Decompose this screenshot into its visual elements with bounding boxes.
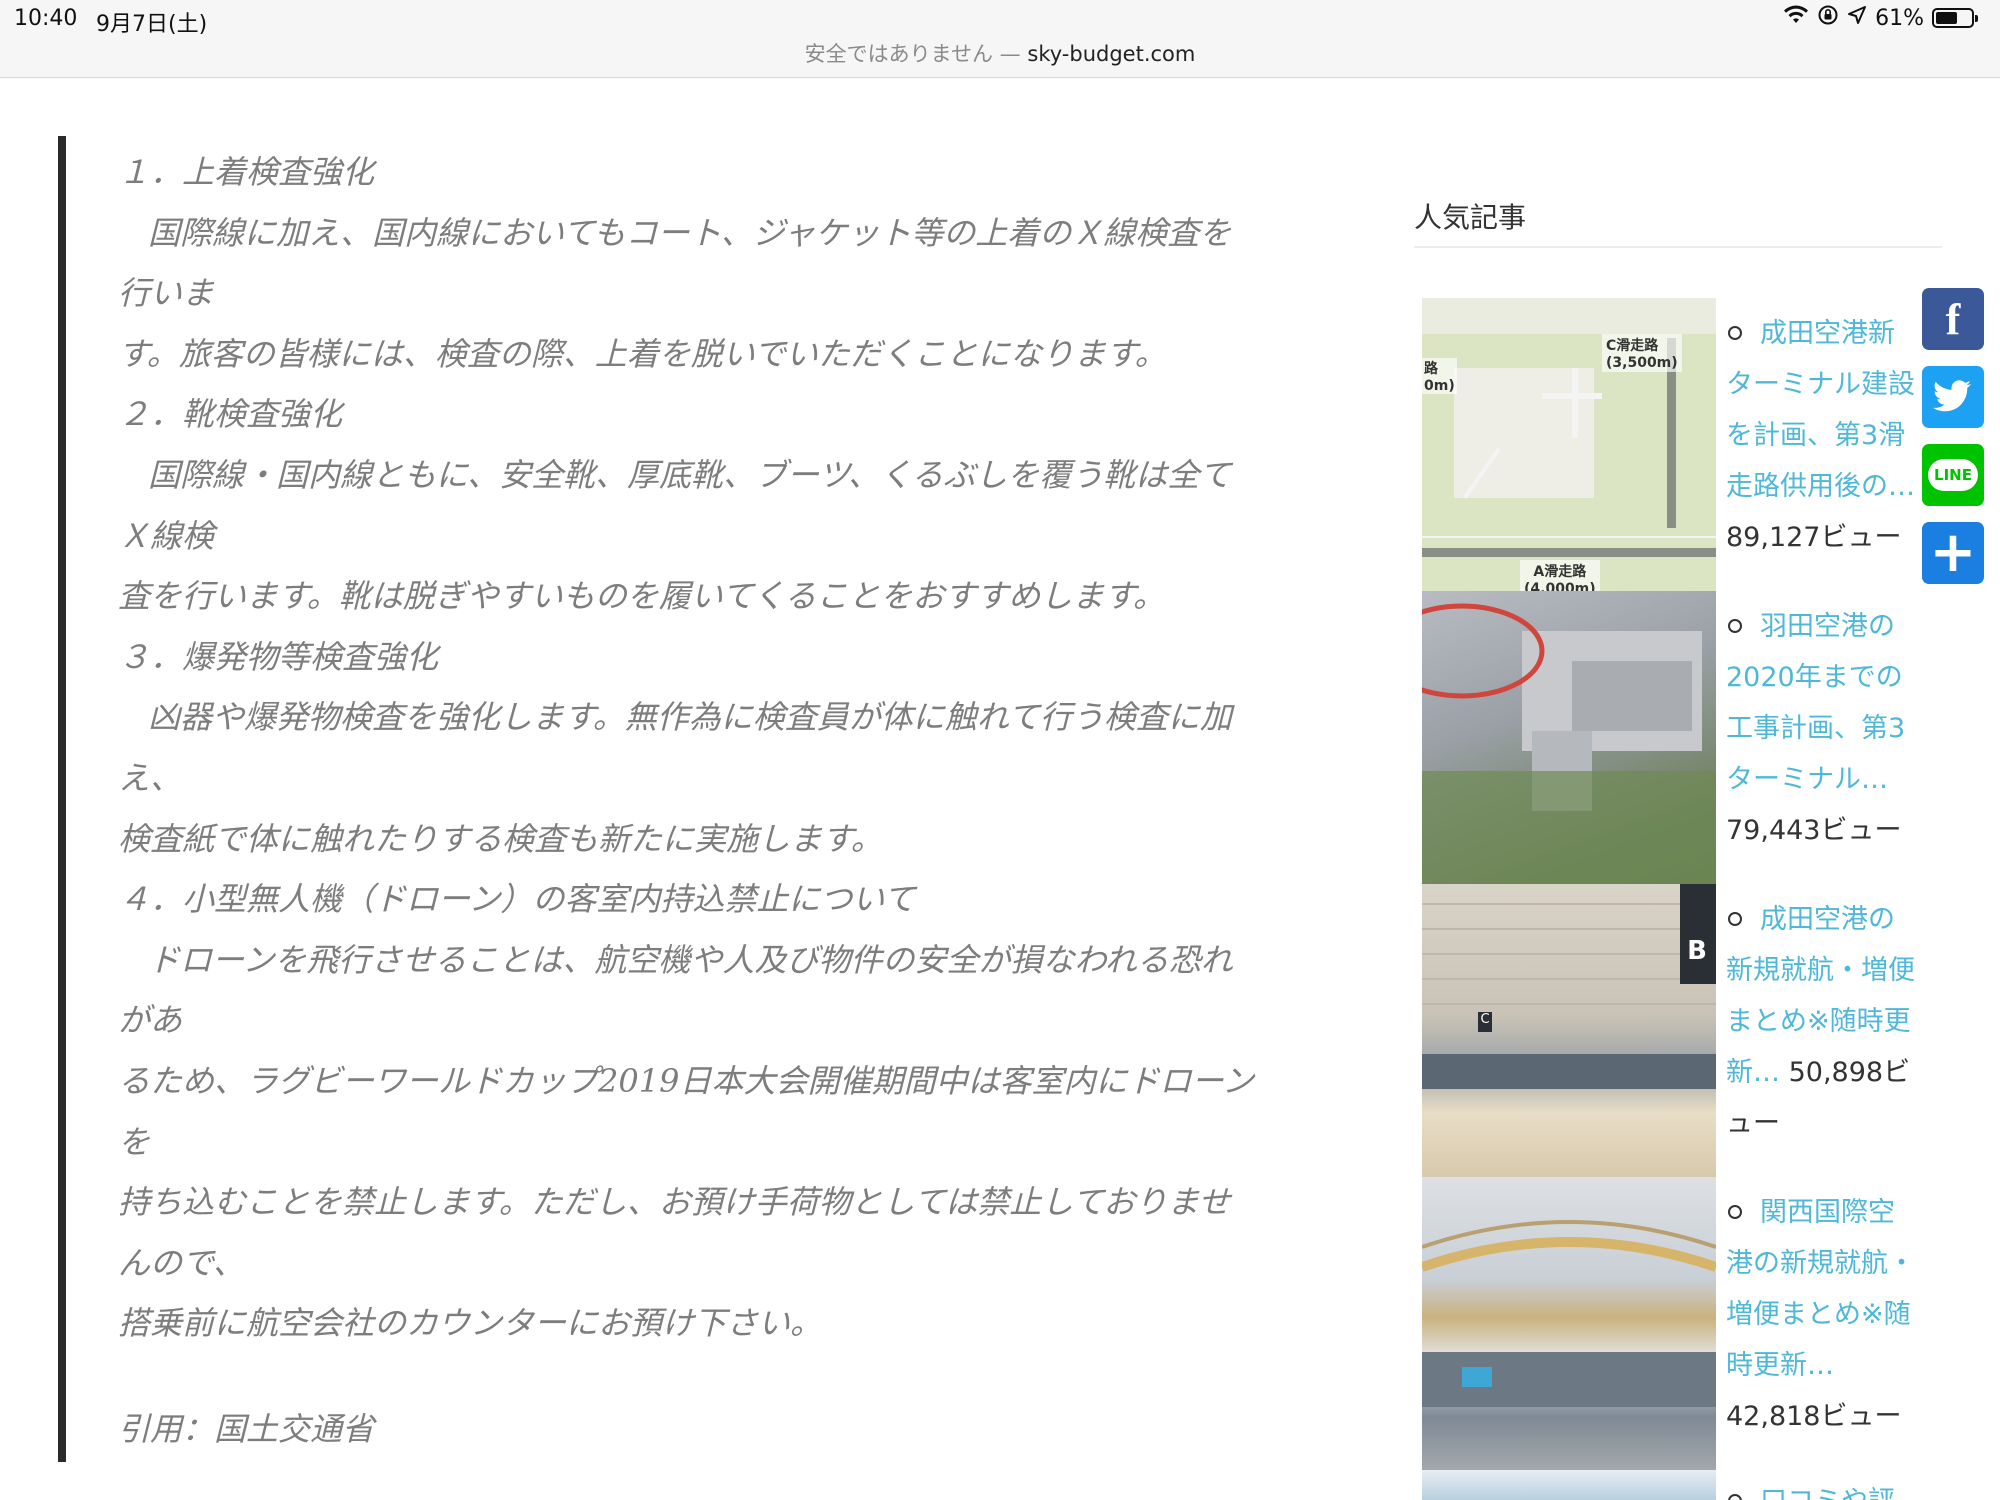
list-bullet-icon bbox=[1728, 1493, 1742, 1500]
url-host: sky-budget.com bbox=[1027, 42, 1196, 66]
post-text: 羽田空港の 2020年までの 工事計画、第3 ターミナル… 79,443ビュー bbox=[1726, 601, 1956, 856]
post-view-count: 42,818ビュー bbox=[1726, 1401, 1902, 1432]
battery-fill bbox=[1936, 12, 1957, 24]
post-view-count-tail: ュー bbox=[1726, 1108, 1780, 1139]
post-thumbnail-partial[interactable] bbox=[1422, 1470, 1716, 1500]
post-title-link[interactable]: 時更新… bbox=[1726, 1350, 1834, 1381]
post-title-link[interactable]: 新規就航・増便 bbox=[1726, 955, 1915, 986]
post-title-link[interactable]: 関西国際空 bbox=[1760, 1197, 1895, 1228]
facebook-share-button[interactable]: f bbox=[1922, 288, 1984, 350]
list-bullet-icon bbox=[1728, 911, 1742, 926]
status-date: 9月7日(土) bbox=[96, 12, 208, 37]
url-security-warning: 安全ではありません — bbox=[804, 42, 1021, 66]
quote-line: を bbox=[118, 1122, 151, 1161]
quote-line: 凶器や爆発物検査を強化します。無作為に検査員が体に触れて行う検査に加 bbox=[148, 698, 1232, 737]
quote-line: 検査紙で体に触れたりする検査も新たに実施します。 bbox=[118, 819, 883, 858]
post-view-count: 79,443ビュー bbox=[1726, 815, 1902, 846]
sign-c: C bbox=[1478, 1012, 1492, 1032]
post-text: 成田空港新 ターミナル建設 を計画、第3滑 走路供用後の… 89,127ビュー bbox=[1726, 308, 1956, 563]
post-thumbnail-runway-map[interactable]: C滑走路 (3,500m) A滑走路 (4,000m) 路 0m) bbox=[1422, 298, 1716, 591]
popular-post-item[interactable]: C滑走路 (3,500m) A滑走路 (4,000m) 路 0m) 成田空港新 ターミ… bbox=[1422, 298, 1982, 591]
post-view-count: 50,898ビ bbox=[1788, 1057, 1911, 1088]
more-share-button[interactable]: + bbox=[1922, 522, 1984, 584]
line-share-button[interactable]: LINE bbox=[1922, 444, 1984, 506]
status-indicators: 61% bbox=[1783, 4, 1978, 32]
twitter-share-button[interactable] bbox=[1922, 366, 1984, 428]
popular-posts-title: 人気記事 bbox=[1414, 201, 1527, 234]
post-title-link[interactable]: 港の新規就航・ bbox=[1726, 1248, 1915, 1279]
quote-line: ４．小型無人機（ドローン）の客室内持込禁止について bbox=[118, 880, 916, 919]
quote-line: 査を行います。靴は脱ぎやすいものを履いてくることをおすすめします。 bbox=[118, 577, 1166, 616]
location-arrow-icon bbox=[1847, 5, 1867, 31]
post-title-link[interactable]: 新… bbox=[1726, 1057, 1780, 1088]
quote-line: １．上着検査強化 bbox=[118, 153, 375, 191]
post-title-link[interactable]: 成田空港の bbox=[1760, 904, 1895, 935]
post-title-link[interactable]: 口コミや評 bbox=[1760, 1486, 1895, 1500]
quote-line: んので、 bbox=[118, 1243, 245, 1282]
list-bullet-icon bbox=[1728, 325, 1742, 340]
battery-percent: 61% bbox=[1875, 5, 1924, 31]
plus-icon: + bbox=[1929, 520, 1977, 585]
post-thumbnail-kansai-interior[interactable] bbox=[1422, 1177, 1716, 1470]
browser-status-bar: 10:40 9月7日(土) 61% 安全ではありません — sky-budget… bbox=[0, 0, 2000, 78]
post-title-link[interactable]: 走路供用後の… bbox=[1726, 471, 1915, 502]
post-text: 関西国際空 港の新規就航・ 増便まとめ※随 時更新… 42,818ビュー bbox=[1726, 1187, 1956, 1442]
widget-title-divider bbox=[1414, 246, 1942, 248]
map-label-cut-runway: 路 0m) bbox=[1422, 358, 1457, 394]
post-title-link[interactable]: 2020年までの bbox=[1726, 662, 1903, 693]
line-icon: LINE bbox=[1928, 459, 1978, 491]
quote-line: ２．靴検査強化 bbox=[118, 395, 343, 434]
quote-line: す。旅客の皆様には、検査の際、上着を脱いでいただくことになります。 bbox=[118, 334, 1167, 373]
post-title-link[interactable]: ターミナル建設 bbox=[1726, 369, 1915, 400]
list-bullet-icon bbox=[1728, 618, 1742, 633]
popular-post-item[interactable]: B C 成田空港の 新規就航・増便 まとめ※随時更 新… 50,898ビ ュー bbox=[1422, 884, 1982, 1177]
post-title-link[interactable]: 成田空港新 bbox=[1760, 318, 1895, 349]
post-text: 口コミや評 bbox=[1726, 1476, 1956, 1500]
sign-b: B bbox=[1687, 936, 1707, 966]
quote-line: があ bbox=[118, 1001, 183, 1040]
post-thumbnail-terminal-interior[interactable]: B C bbox=[1422, 884, 1716, 1177]
popular-post-item[interactable]: 羽田空港の 2020年までの 工事計画、第3 ターミナル… 79,443ビュー bbox=[1422, 591, 1982, 884]
quote-line: 持ち込むことを禁止します。ただし、お預け手荷物としては禁止しておりませ bbox=[118, 1183, 1231, 1222]
map-label-c-runway: C滑走路 (3,500m) bbox=[1602, 334, 1682, 372]
post-title-link[interactable]: 羽田空港の bbox=[1760, 611, 1895, 642]
quote-line: ドローンを飛行させることは、航空機や人及び物件の安全が損なわれる恐れ bbox=[148, 940, 1233, 979]
popular-post-item[interactable]: 関西国際空 港の新規就航・ 増便まとめ※随 時更新… 42,818ビュー bbox=[1422, 1177, 1982, 1470]
quote-line: るため、ラグビーワールドカップ2019日本大会開催期間中は客室内にドローン bbox=[118, 1061, 1254, 1100]
quote-line: 国際線・国内線ともに、安全靴、厚底靴、ブーツ、くるぶしを覆う靴は全て bbox=[148, 455, 1232, 494]
wifi-icon bbox=[1783, 5, 1809, 31]
quote-line: 国際線に加え、国内線においてもコート、ジャケット等の上着のＸ線検査を bbox=[148, 213, 1232, 252]
post-thumbnail-haneda-aerial[interactable] bbox=[1422, 591, 1716, 884]
list-bullet-icon bbox=[1728, 1204, 1742, 1219]
article-blockquote: １．上着検査強化国際線に加え、国内線においてもコート、ジャケット等の上着のＸ線検… bbox=[58, 136, 1356, 1462]
quote-line: 行いま bbox=[118, 274, 215, 313]
post-title-link[interactable]: まとめ※随時更 bbox=[1726, 1006, 1911, 1037]
quote-line: ３．爆発物等検査強化 bbox=[118, 637, 439, 676]
battery-icon bbox=[1932, 8, 1978, 28]
map-label-a-runway: A滑走路 (4,000m) bbox=[1520, 560, 1600, 591]
post-title-link[interactable]: ターミナル… bbox=[1726, 764, 1888, 795]
status-time: 10:40 bbox=[14, 6, 78, 31]
blockquote-body: １．上着検査強化国際線に加え、国内線においてもコート、ジャケット等の上着のＸ線検… bbox=[118, 142, 1418, 1354]
post-title-link[interactable]: 増便まとめ※随 bbox=[1726, 1299, 1911, 1330]
blockquote-citation: 引用：国土交通省 bbox=[118, 1410, 375, 1448]
post-title-link[interactable]: を計画、第3滑 bbox=[1726, 420, 1905, 451]
orientation-lock-icon bbox=[1817, 4, 1839, 32]
popular-post-item[interactable]: 口コミや評 bbox=[1422, 1470, 1982, 1500]
quote-line: 搭乗前に航空会社のカウンターにお預け下さい。 bbox=[118, 1304, 823, 1343]
post-title-link[interactable]: 工事計画、第3 bbox=[1726, 713, 1905, 744]
twitter-bird-icon bbox=[1933, 380, 1971, 412]
quote-line: Ｘ線検 bbox=[118, 516, 215, 555]
post-text: 成田空港の 新規就航・増便 まとめ※随時更 新… 50,898ビ ュー bbox=[1726, 894, 1956, 1149]
facebook-icon: f bbox=[1945, 294, 1961, 344]
quote-line: え、 bbox=[118, 758, 183, 797]
url-bar[interactable]: 安全ではありません — sky-budget.com bbox=[0, 38, 2000, 68]
